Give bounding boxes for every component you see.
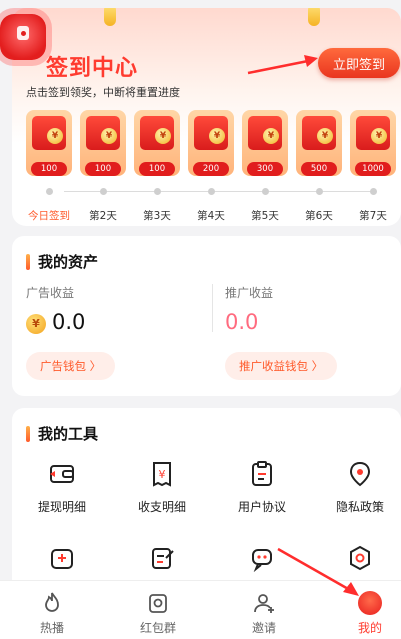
- app-screen: 签到中心 点击签到领奖，中断将重置进度 立即签到 ¥ 100 今日签到 ¥ 10…: [0, 0, 401, 639]
- assets-divider: [212, 284, 213, 332]
- tab-invite[interactable]: 邀请: [224, 587, 304, 637]
- day-amount: 300: [247, 162, 283, 176]
- day-amount: 100: [31, 162, 67, 176]
- progress-dot: [262, 188, 269, 195]
- tab-label: 我的: [357, 621, 382, 635]
- day-item-7[interactable]: ¥ 1000 第7天: [350, 104, 396, 222]
- ad-income-value: 0.0: [52, 310, 86, 334]
- progress-dot: [370, 188, 377, 195]
- red-packet-icon: ¥ 200: [188, 110, 234, 176]
- day-amount: 100: [139, 162, 175, 176]
- title-accent-bar: [26, 426, 30, 442]
- progress-dot: [316, 188, 323, 195]
- invite-user-icon: [254, 594, 274, 613]
- coin-icon: ¥: [26, 314, 46, 334]
- tool-user-agreement[interactable]: 用户协议: [216, 460, 308, 520]
- day-item-5[interactable]: ¥ 300 第5天: [242, 104, 288, 222]
- tab-label: 邀请: [251, 621, 276, 635]
- day-item-4[interactable]: ¥ 200 第4天: [188, 104, 234, 222]
- day-label: 今日签到: [28, 210, 70, 222]
- assets-title: 我的资产: [38, 253, 99, 271]
- tab-hot[interactable]: 热播: [12, 587, 92, 637]
- day-item-3[interactable]: ¥ 100 第3天: [134, 104, 180, 222]
- day-label: 第6天: [305, 210, 333, 222]
- day-item-6[interactable]: ¥ 500 第6天: [296, 104, 342, 222]
- svg-text:¥: ¥: [159, 468, 166, 481]
- edit-note-icon: [152, 548, 174, 569]
- checkin-title: 签到中心: [46, 56, 139, 81]
- red-packet-icon: ¥ 100: [26, 110, 72, 176]
- card-hook-left: [104, 8, 116, 26]
- day-item-1[interactable]: ¥ 100 今日签到: [26, 104, 72, 222]
- tool-label: 用户协议: [237, 500, 286, 514]
- red-packet-icon: ¥ 500: [296, 110, 342, 176]
- add-card-icon: [51, 549, 73, 569]
- progress-dot: [100, 188, 107, 195]
- red-packet-icon: ¥ 100: [134, 110, 180, 176]
- checkin-card: 签到中心 点击签到领奖，中断将重置进度 立即签到 ¥ 100 今日签到 ¥ 10…: [12, 8, 401, 226]
- profile-icon: [358, 591, 382, 615]
- day-label: 第2天: [89, 210, 117, 222]
- settings-hex-icon: [350, 545, 370, 571]
- tool-privacy-policy[interactable]: 隐私政策: [314, 460, 401, 520]
- day-label: 第7天: [359, 210, 387, 222]
- day-amount: 100: [85, 162, 121, 176]
- wallet-icon: [50, 465, 74, 483]
- promo-income-label: 推广收益: [225, 286, 274, 300]
- flame-icon: [45, 592, 59, 612]
- location-shield-icon: [349, 461, 371, 487]
- sign-in-button[interactable]: 立即签到: [318, 48, 400, 78]
- promo-income-value: 0.0: [225, 310, 259, 334]
- tab-label: 红包群: [139, 621, 176, 635]
- document-icon: [252, 461, 272, 486]
- tools-card: 我的工具 提现明细 ¥ 收支明细 用户协议 隐私政策: [12, 408, 401, 598]
- assets-card: 我的资产 广告收益 推广收益 ¥ 0.0 0.0 广告钱包 〉 推广收益钱包 〉: [12, 236, 401, 396]
- red-packet-float-icon[interactable]: [0, 14, 46, 60]
- tool-label: 提现明细: [37, 500, 86, 514]
- ad-income-label: 广告收益: [26, 286, 75, 300]
- progress-dot: [208, 188, 215, 195]
- checkin-days: ¥ 100 今日签到 ¥ 100 第2天 ¥ 100 第3天 ¥ 200 第4天…: [26, 104, 401, 222]
- tool-income-expense[interactable]: ¥ 收支明细: [116, 460, 208, 520]
- checkin-subtitle: 点击签到领奖，中断将重置进度: [26, 86, 180, 99]
- bottom-tab-bar: 热播 红包群 邀请 我的: [0, 580, 401, 639]
- day-amount: 500: [301, 162, 337, 176]
- promo-wallet-button[interactable]: 推广收益钱包 〉: [225, 352, 338, 380]
- title-accent-bar: [26, 254, 30, 270]
- tab-red-packet-group[interactable]: 红包群: [118, 587, 198, 637]
- tool-withdraw-details[interactable]: 提现明细: [16, 460, 108, 520]
- tool-label: 收支明细: [137, 500, 186, 514]
- progress-dot: [46, 188, 53, 195]
- day-amount: 200: [193, 162, 229, 176]
- card-hook-right: [308, 8, 320, 26]
- day-label: 第5天: [251, 210, 279, 222]
- tools-title: 我的工具: [38, 425, 99, 443]
- red-packet-icon: ¥ 100: [80, 110, 126, 176]
- day-label: 第3天: [143, 210, 171, 222]
- tool-label: 隐私政策: [335, 500, 384, 514]
- support-chat-icon: [252, 549, 272, 572]
- red-packet-icon: ¥ 1000: [350, 110, 396, 176]
- progress-dot: [154, 188, 161, 195]
- receipt-icon: ¥: [153, 462, 171, 487]
- tab-label: 热播: [39, 621, 64, 635]
- tab-me[interactable]: 我的: [330, 587, 401, 637]
- day-label: 第4天: [197, 210, 225, 222]
- red-packet-group-icon: [149, 594, 167, 613]
- red-packet-icon: ¥ 300: [242, 110, 288, 176]
- day-amount: 1000: [355, 162, 391, 176]
- day-item-2[interactable]: ¥ 100 第2天: [80, 104, 126, 222]
- ad-wallet-button[interactable]: 广告钱包 〉: [26, 352, 116, 380]
